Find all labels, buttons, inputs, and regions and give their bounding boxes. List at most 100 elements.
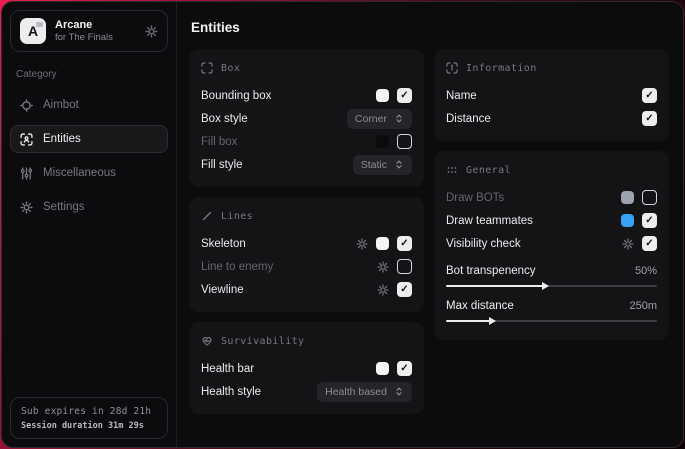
color-swatch[interactable] xyxy=(621,191,634,204)
check-icon: ✓ xyxy=(645,91,653,101)
dropdown-value: Static xyxy=(361,159,387,171)
checkbox[interactable]: ✓ xyxy=(397,88,412,103)
setting-label: Health style xyxy=(201,386,261,398)
setting-row: Fill box xyxy=(201,130,412,153)
sidebar-item-entities[interactable]: Entities xyxy=(10,125,168,153)
setting-label: Fill box xyxy=(201,136,237,148)
app-logo: A xyxy=(20,18,46,44)
color-swatch[interactable] xyxy=(376,135,389,148)
checkbox[interactable] xyxy=(397,134,412,149)
slider-fill xyxy=(446,320,492,322)
left-column: Box Bounding box ✓ Box style Corner xyxy=(189,49,424,414)
color-swatch[interactable] xyxy=(376,362,389,375)
main-panel: Entities Box Bounding box xyxy=(177,2,683,447)
setting-row: Health bar ✓ xyxy=(201,357,412,380)
heart-pulse-icon xyxy=(201,335,213,347)
checkbox[interactable]: ✓ xyxy=(397,361,412,376)
checkbox[interactable] xyxy=(397,259,412,274)
color-swatch[interactable] xyxy=(376,237,389,250)
session-duration-text: Session duration 31m 29s xyxy=(21,421,157,431)
setting-label: Draw BOTs xyxy=(446,192,504,204)
slider-thumb[interactable] xyxy=(542,282,549,290)
lines-section: Lines Skeleton ✓ xyxy=(189,197,424,312)
survivability-section: Survivability Health bar ✓ Health style … xyxy=(189,322,424,414)
bounding-box-icon xyxy=(201,62,213,74)
sidebar: A Arcane for The Finals Category xyxy=(2,2,177,447)
section-title: General xyxy=(466,165,511,176)
subscription-status-card: Sub expires in 28d 21h Session duration … xyxy=(10,397,168,439)
checkbox[interactable]: ✓ xyxy=(397,282,412,297)
max-distance-setting: Max distance 250m xyxy=(446,296,657,325)
bot-transparency-slider[interactable] xyxy=(446,282,657,290)
max-distance-slider[interactable] xyxy=(446,317,657,325)
sidebar-item-label: Miscellaneous xyxy=(43,167,116,179)
check-icon: ✓ xyxy=(645,239,653,249)
general-section: General Draw BOTs Draw teammates ✓ xyxy=(434,151,669,340)
right-column: Information Name ✓ Distance ✓ xyxy=(434,49,669,340)
check-icon: ✓ xyxy=(400,364,408,374)
fill-style-dropdown[interactable]: Static xyxy=(353,155,412,175)
dropdown-value: Health based xyxy=(325,386,387,398)
category-label: Category xyxy=(16,69,162,80)
checkbox[interactable] xyxy=(642,190,657,205)
app-window: A Arcane for The Finals Category xyxy=(1,1,684,448)
sidebar-item-label: Settings xyxy=(43,201,85,213)
health-style-dropdown[interactable]: Health based xyxy=(317,382,412,402)
checkbox[interactable]: ✓ xyxy=(642,236,657,251)
setting-label: Visibility check xyxy=(446,238,521,250)
setting-label: Distance xyxy=(446,113,491,125)
check-icon: ✓ xyxy=(645,114,653,124)
setting-row: Skeleton ✓ xyxy=(201,232,412,255)
setting-label: Line to enemy xyxy=(201,261,273,273)
chevrons-up-down-icon xyxy=(394,386,404,397)
sliders-icon xyxy=(20,167,33,180)
setting-row: Health style Health based xyxy=(201,380,412,403)
row-settings-gear-icon[interactable] xyxy=(622,238,634,250)
slider-value: 50% xyxy=(635,265,657,277)
setting-label: Draw teammates xyxy=(446,215,533,227)
checkbox[interactable]: ✓ xyxy=(397,236,412,251)
app-subtitle: for The Finals xyxy=(55,32,136,44)
color-swatch[interactable] xyxy=(376,89,389,102)
color-swatch[interactable] xyxy=(621,214,634,227)
sidebar-item-miscellaneous[interactable]: Miscellaneous xyxy=(10,159,168,187)
setting-label: Skeleton xyxy=(201,238,246,250)
chevrons-up-down-icon xyxy=(394,113,404,124)
chevrons-up-down-icon xyxy=(394,159,404,170)
setting-label: Name xyxy=(446,90,477,102)
sidebar-item-label: Aimbot xyxy=(43,99,79,111)
sidebar-item-aimbot[interactable]: Aimbot xyxy=(10,91,168,119)
setting-row: Viewline ✓ xyxy=(201,278,412,301)
setting-label: Health bar xyxy=(201,363,254,375)
check-icon: ✓ xyxy=(400,91,408,101)
section-title: Lines xyxy=(221,211,253,222)
info-scan-icon xyxy=(446,62,458,74)
brand-text: Arcane for The Finals xyxy=(55,19,136,44)
checkbox[interactable]: ✓ xyxy=(642,213,657,228)
slider-label: Max distance xyxy=(446,300,514,312)
setting-row: Distance ✓ xyxy=(446,107,657,130)
gear-icon xyxy=(20,201,33,214)
app-name: Arcane xyxy=(55,19,136,32)
dropdown-value: Corner xyxy=(355,113,387,125)
setting-row: Draw teammates ✓ xyxy=(446,209,657,232)
checkbox[interactable]: ✓ xyxy=(642,111,657,126)
brand-gear-icon[interactable] xyxy=(145,25,158,38)
setting-row: Box style Corner xyxy=(201,107,412,130)
row-settings-gear-icon[interactable] xyxy=(377,261,389,273)
sidebar-item-label: Entities xyxy=(43,133,81,145)
information-section: Information Name ✓ Distance ✓ xyxy=(434,49,669,141)
row-settings-gear-icon[interactable] xyxy=(377,284,389,296)
setting-label: Viewline xyxy=(201,284,244,296)
section-title: Information xyxy=(466,63,537,74)
sub-expiry-text: Sub expires in 28d 21h xyxy=(21,406,157,417)
setting-label: Box style xyxy=(201,113,248,125)
box-style-dropdown[interactable]: Corner xyxy=(347,109,412,129)
setting-row: Visibility check ✓ xyxy=(446,232,657,255)
setting-label: Bounding box xyxy=(201,90,271,102)
slider-thumb[interactable] xyxy=(489,317,496,325)
sidebar-item-settings[interactable]: Settings xyxy=(10,193,168,221)
row-settings-gear-icon[interactable] xyxy=(356,238,368,250)
checkbox[interactable]: ✓ xyxy=(642,88,657,103)
bot-transparency-setting: Bot transpenency 50% xyxy=(446,261,657,290)
